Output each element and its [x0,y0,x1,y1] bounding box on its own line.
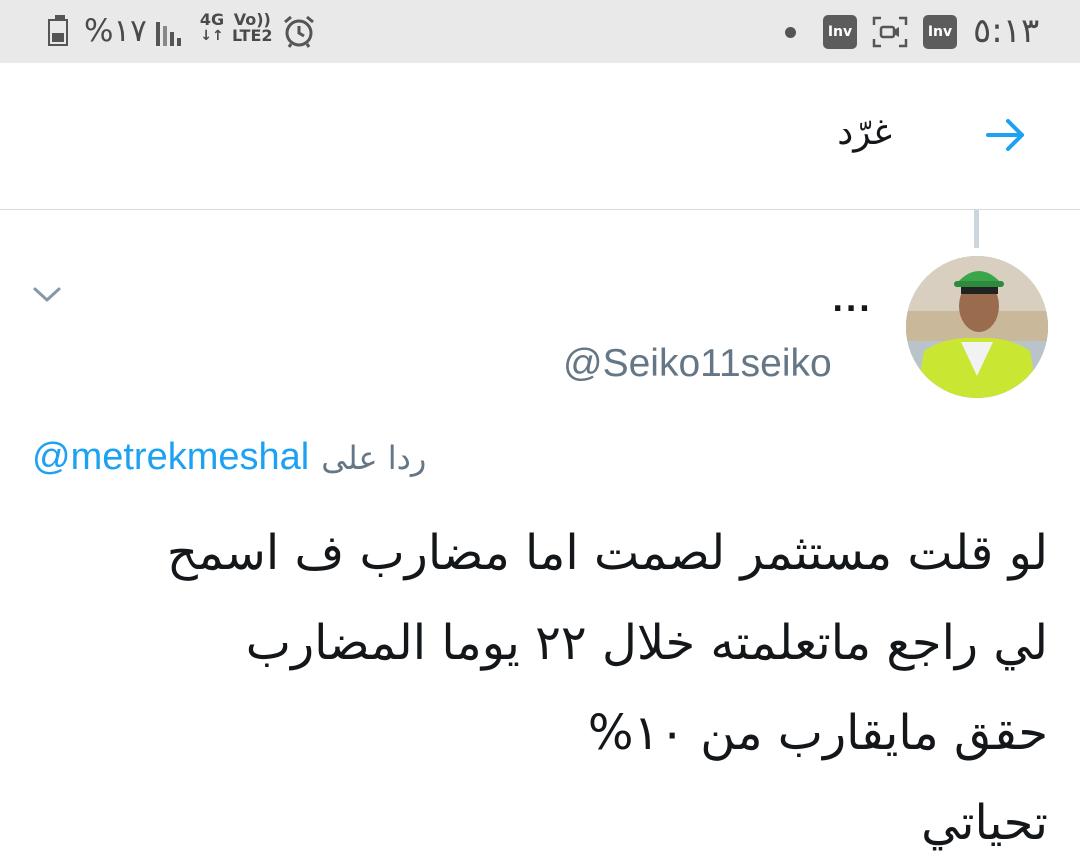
clock: ٥:١٣ [973,11,1040,51]
top-app-bar: غرّد [0,63,1080,210]
volte-indicator: Vo)) LTE2 [232,12,273,44]
replying-to: @metrekmeshal ردا على [32,432,426,483]
arrow-right-icon[interactable] [982,111,1030,159]
tweet-text-line: لي راجع ماتعلمته خلال ٢٢ يوما المضارب [245,615,1048,671]
chevron-down-icon[interactable] [30,282,64,306]
thread-connector-line [974,210,979,248]
battery-icon [48,15,72,47]
reply-to-link[interactable]: @metrekmeshal [32,436,309,478]
avatar[interactable] [906,256,1048,398]
app-badge-icon: Inv [823,15,857,49]
tweet-text-line: تحياتي [921,795,1048,851]
network-type: 4G ↓↑ [198,10,226,45]
status-bar: %١٧ 4G ↓↑ Vo)) LTE2 Inv Inv ٥:١٣ [0,0,1080,63]
volte-bottom: LTE2 [232,26,273,45]
app-badge-icon: Inv [923,15,957,49]
user-handle[interactable]: @Seiko11seiko [563,340,832,388]
display-name[interactable]: ... [832,282,872,322]
reply-prefix: ردا على [321,439,427,477]
tweet-text-line: حقق مايقارب من ١٠% [587,705,1048,761]
page-title: غرّد [837,112,892,153]
tweet-text: لو قلت مستثمر لصمت اما مضارب ف اسمح لي ر… [44,508,1048,868]
data-arrows-icon: ↓↑ [200,28,224,44]
signal-icon [156,18,188,46]
network-label: 4G [199,10,225,29]
notification-dot-icon [785,27,796,38]
tweet-text-line: لو قلت مستثمر لصمت اما مضارب ف اسمح [166,525,1048,581]
alarm-icon [282,14,316,48]
battery-percent: %١٧ [84,13,147,49]
screen-record-icon [872,16,908,48]
